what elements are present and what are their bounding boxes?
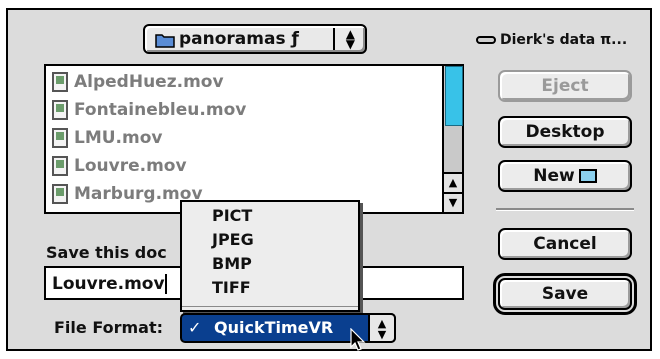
file-name: AlpedHuez.mov: [74, 72, 224, 92]
popup-arrows-icon: ▲ ▼: [345, 27, 355, 51]
desktop-button[interactable]: Desktop: [498, 116, 632, 148]
movie-file-icon: [52, 72, 68, 92]
folder-icon: [155, 34, 175, 48]
file-name: Fontainebleu.mov: [74, 100, 247, 120]
movie-file-icon: [52, 156, 68, 176]
file-format-label: File Format:: [54, 318, 163, 337]
location-popup-label: panoramas ƒ: [179, 29, 299, 49]
save-dialog: panoramas ƒ ▲ ▼ Dierk's data π... AlpedHu…: [6, 8, 652, 351]
scroll-thumb[interactable]: [445, 66, 463, 126]
button-divider: [496, 208, 634, 211]
list-scrollbar[interactable]: ▲ ▼: [442, 66, 463, 212]
save-button[interactable]: Save: [493, 273, 637, 315]
menu-item-tiff[interactable]: TIFF: [212, 278, 251, 297]
new-folder-button[interactable]: New: [498, 160, 632, 192]
list-item[interactable]: AlpedHuez.mov: [52, 72, 224, 100]
menu-item-pict[interactable]: PICT: [212, 206, 252, 225]
list-item[interactable]: Fontainebleu.mov: [52, 100, 246, 128]
scroll-down-icon[interactable]: ▼: [444, 192, 462, 212]
file-name: LMU.mov: [74, 128, 163, 148]
movie-file-icon: [52, 184, 68, 204]
file-format-value: QuickTimeVR: [214, 318, 334, 337]
text-caret: [164, 274, 167, 294]
new-folder-icon: [578, 169, 597, 183]
location-popup[interactable]: panoramas ƒ ▲ ▼: [143, 24, 367, 54]
scroll-up-icon[interactable]: ▲: [444, 172, 462, 192]
menu-item-jpeg[interactable]: JPEG: [212, 230, 254, 249]
list-item[interactable]: Louvre.mov: [52, 156, 187, 184]
file-list[interactable]: AlpedHuez.mov Fontainebleu.mov LMU.mov L…: [44, 64, 464, 214]
save-prompt-label: Save this doc: [46, 243, 167, 262]
menu-separator: [182, 306, 358, 307]
eject-button[interactable]: Eject: [498, 70, 632, 102]
format-arrows-icon: ▲ ▼: [368, 313, 396, 343]
disk-label: Dierk's data π...: [500, 32, 628, 48]
new-folder-label: New: [533, 166, 575, 186]
list-item[interactable]: LMU.mov: [52, 128, 163, 156]
filename-value: Louvre.mov: [52, 274, 165, 294]
file-name: Louvre.mov: [74, 156, 187, 176]
disk-icon: [476, 36, 496, 44]
movie-file-icon: [52, 128, 68, 148]
arrow-cursor-icon: [350, 328, 366, 351]
menu-item-bmp[interactable]: BMP: [212, 254, 252, 273]
disk-name: Dierk's data π...: [476, 32, 627, 48]
popup-divider: [333, 28, 335, 50]
file-format-menu[interactable]: PICT JPEG BMP TIFF: [180, 200, 360, 312]
check-icon: ✓: [188, 318, 202, 337]
cancel-button[interactable]: Cancel: [498, 228, 632, 260]
movie-file-icon: [52, 100, 68, 120]
